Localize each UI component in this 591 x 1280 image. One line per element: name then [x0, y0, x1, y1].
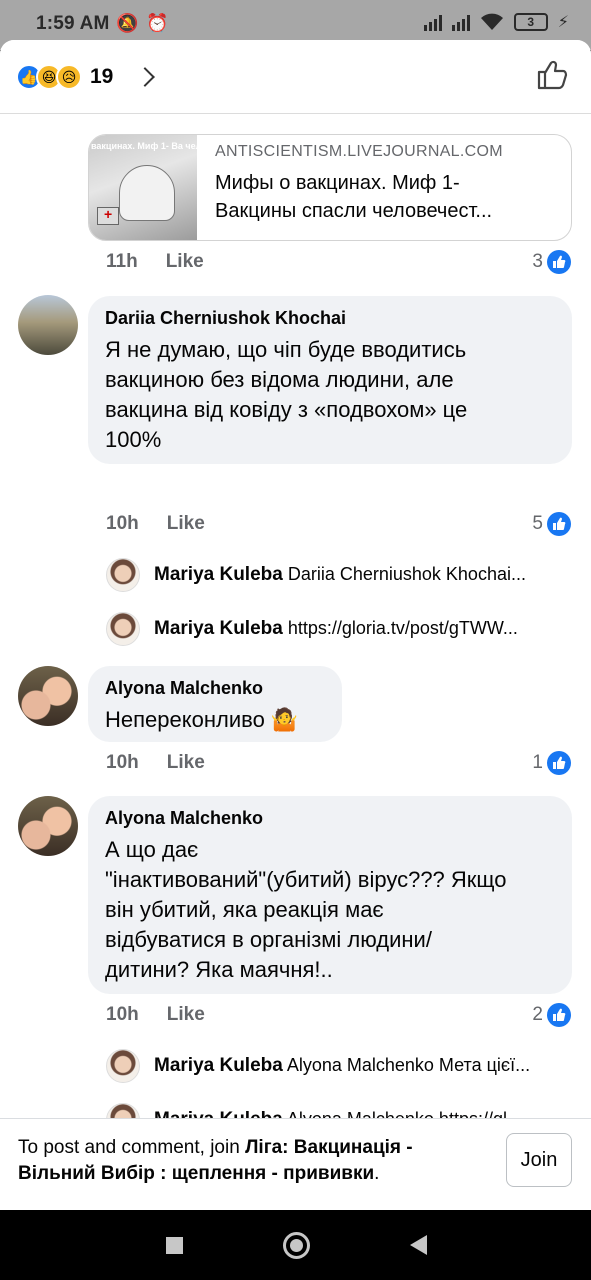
join-prompt-suffix: . [374, 1163, 380, 1184]
chevron-right-icon[interactable] [135, 67, 155, 87]
sheet-header: 👍 😆 😥 19 [0, 40, 591, 114]
comment-line: А що дає [105, 837, 199, 862]
link-domain: ANTISCIENTISM.LIVEJOURNAL.COM [215, 143, 503, 160]
comment-bubble[interactable]: Dariia Cherniushok Khochai Я не думаю, щ… [88, 296, 572, 464]
comment-line: 100% [105, 427, 162, 452]
reply-text: Dariia Cherniushok Khochai... [287, 564, 526, 584]
reactions-summary[interactable]: 👍 😆 😥 19 [16, 64, 113, 90]
comment-author[interactable]: Alyona Malchenko [105, 808, 556, 829]
reaction-tally-count: 5 [532, 513, 543, 534]
reaction-count: 19 [90, 65, 114, 88]
comment-line: Я не думаю, що чіп буде вводитись [105, 337, 467, 362]
reply-line: Mariya Kuleba Dariia Cherniushok Khochai… [154, 564, 564, 586]
avatar [106, 1049, 140, 1083]
comment-line: Непереконливо 🤷 [105, 707, 299, 732]
medical-case-icon [97, 206, 119, 225]
reaction-tally-count: 2 [532, 1004, 543, 1025]
reply-text: https://gloria.tv/post/gTWW... [287, 618, 518, 638]
like-link[interactable]: Like [167, 1004, 205, 1026]
thumbnail-figure [119, 165, 175, 221]
comment-text: Непереконливо 🤷 [105, 705, 326, 735]
reaction-tally[interactable]: 1 [532, 751, 571, 775]
like-thumb-icon[interactable] [535, 58, 569, 92]
comment-time: 10h [106, 513, 139, 534]
link-title-line-1: Мифы о вакцинах. Миф 1- [215, 172, 460, 194]
recents-button[interactable] [166, 1237, 183, 1254]
comment-meta: 10h Like [106, 1004, 205, 1026]
comment-bubble[interactable]: Alyona Malchenko А що дає "інактивований… [88, 796, 572, 994]
avatar [106, 558, 140, 592]
comment-line: дитини? Яка маячня!.. [105, 957, 333, 982]
comment-line: він убитий, яка реакція має [105, 897, 384, 922]
reply-preview[interactable]: Mariya Kuleba https://gloria.tv/post/gTW… [106, 611, 576, 647]
comment-line: відбуватися в організмі людини/ [105, 927, 432, 952]
like-badge-icon [547, 1003, 571, 1027]
link-title: Мифы о вакцинах. Миф 1- Вакцины спасли ч… [215, 169, 560, 225]
reply-author: Mariya Kuleba [154, 1055, 283, 1076]
comment-time: 10h [106, 752, 139, 773]
link-preview-card[interactable]: вакцинах. Миф 1- Ва человечество. ANTISC… [88, 134, 572, 241]
comments-sheet: 👍 😆 😥 19 вакцинах. Миф 1- Ва человечеств… [0, 40, 591, 1210]
battery-level: 3 [527, 15, 535, 29]
status-icons-left: 🔕 ⏰ [116, 13, 169, 34]
comment-author[interactable]: Alyona Malchenko [105, 678, 326, 699]
status-icons-right: 3 ⚡ [423, 12, 569, 32]
like-link[interactable]: Like [166, 251, 204, 273]
comment-time: 11h [106, 251, 138, 272]
avatar[interactable] [18, 796, 78, 856]
join-prompt-prefix: To post and comment, join [18, 1137, 246, 1158]
roaming-signal-icon [451, 13, 470, 31]
comment-meta: 10h Like [106, 752, 205, 774]
comment-meta: 11h Like [106, 251, 204, 273]
reaction-tally[interactable]: 2 [532, 1003, 571, 1027]
reply-text: Alyona Malchenko Мета цієї... [286, 1055, 531, 1075]
alarm-icon: ⏰ [146, 13, 169, 33]
reaction-tally-count: 3 [532, 251, 543, 272]
comment-line: вакцина від ковіду з «подвохом» це [105, 397, 468, 422]
status-time: 1:59 AM [36, 13, 110, 34]
avatar[interactable] [18, 295, 78, 355]
reply-line: Mariya Kuleba https://gloria.tv/post/gTW… [154, 618, 564, 640]
home-button[interactable] [283, 1232, 310, 1259]
back-button[interactable] [410, 1235, 427, 1255]
link-title-line-2: Вакцины спасли человечест... [215, 200, 493, 222]
like-link[interactable]: Like [167, 513, 205, 535]
comment-author[interactable]: Dariia Cherniushok Khochai [105, 308, 556, 329]
join-prompt: To post and comment, join Ліга: Вакцинац… [18, 1135, 488, 1187]
avatar[interactable] [18, 666, 78, 726]
reply-preview[interactable]: Mariya Kuleba Alyona Malchenko Мета цієї… [106, 1048, 576, 1084]
reply-line: Mariya Kuleba Alyona Malchenko Мета цієї… [154, 1055, 564, 1077]
comment-line: вакциною без відома людини, але [105, 367, 454, 392]
reply-preview[interactable]: Mariya Kuleba Dariia Cherniushok Khochai… [106, 557, 576, 593]
comment-bubble[interactable]: Alyona Malchenko Непереконливо 🤷 [88, 666, 342, 742]
wifi-icon [480, 13, 503, 30]
reaction-tally[interactable]: 3 [532, 250, 571, 274]
sad-reaction-icon: 😥 [56, 64, 82, 90]
reaction-tally[interactable]: 5 [532, 512, 571, 536]
comment-meta: 10h Like [106, 513, 205, 535]
system-nav-bar [0, 1210, 591, 1280]
comment-text: А що дає "інактивований"(убитий) вірус??… [105, 835, 556, 985]
thumbnail-text: вакцинах. Миф 1- Ва человечество. [91, 141, 197, 151]
comment-line: "інактивований"(убитий) вірус??? Якщо [105, 867, 507, 892]
mute-icon: 🔕 [116, 13, 139, 33]
reply-author: Mariya Kuleba [154, 564, 283, 585]
comment-text: Я не думаю, що чіп буде вводитись вакцин… [105, 335, 556, 455]
reply-author: Mariya Kuleba [154, 618, 283, 639]
like-badge-icon [547, 512, 571, 536]
like-link[interactable]: Like [167, 752, 205, 774]
signal-icon [423, 13, 442, 31]
comment-time: 10h [106, 1004, 139, 1025]
join-button[interactable]: Join [506, 1133, 572, 1187]
link-thumbnail: вакцинах. Миф 1- Ва человечество. [89, 135, 197, 240]
avatar [106, 612, 140, 646]
join-group-bar: To post and comment, join Ліга: Вакцинац… [0, 1118, 591, 1210]
like-badge-icon [547, 250, 571, 274]
reaction-tally-count: 1 [532, 752, 543, 773]
charging-icon: ⚡ [557, 14, 569, 31]
like-badge-icon [547, 751, 571, 775]
battery-icon: 3 [513, 13, 548, 31]
